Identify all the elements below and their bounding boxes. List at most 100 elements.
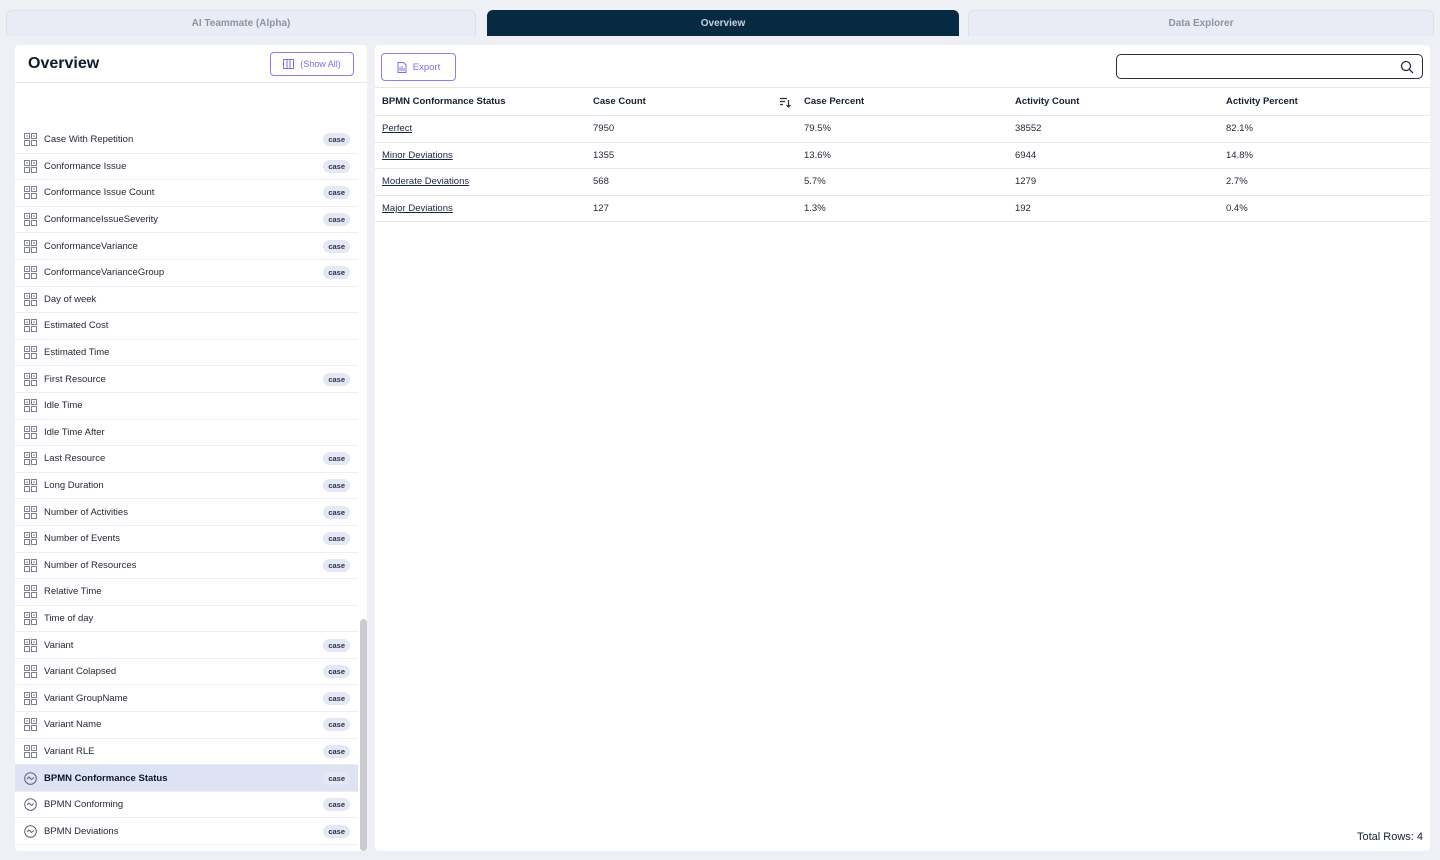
attribute-label: Last Resource (44, 453, 106, 465)
table-cell: 2.7% (1219, 168, 1430, 196)
case-badge: case (323, 718, 350, 732)
status-link[interactable]: Minor Deviations (382, 150, 453, 161)
attribute-list-item[interactable]: Variant case (15, 632, 358, 659)
sort-descending-icon[interactable] (779, 96, 791, 108)
case-badge: case (323, 479, 350, 493)
case-badge: case (323, 239, 350, 253)
status-link[interactable]: Major Deviations (382, 203, 453, 214)
attribute-label: Idle Time (44, 400, 83, 412)
attribute-list-item[interactable]: Number of Activities case (15, 499, 358, 526)
attribute-label: Number of Activities (44, 506, 128, 518)
attribute-list-item[interactable]: ConformanceVarianceGroup case (15, 260, 358, 287)
attribute-label: Variant GroupName (44, 692, 128, 704)
grid-icon (24, 691, 37, 705)
attribute-label: Idle Time After (44, 426, 105, 438)
show-all-button[interactable]: (Show All) (270, 51, 354, 76)
attribute-list-item[interactable]: Relative Time (15, 579, 358, 606)
grid-icon (24, 744, 37, 758)
table-cell: Minor Deviations (375, 142, 586, 170)
column-header[interactable]: BPMN Conformance Status (375, 87, 586, 116)
column-header-label: Case Count (593, 96, 646, 107)
attribute-label: Case With Repetition (44, 134, 134, 146)
attribute-label: Conformance Issue Count (44, 187, 155, 199)
attribute-list-item[interactable]: Number of Events case (15, 526, 358, 553)
attribute-list-item[interactable]: ConformanceIssueSeverity case (15, 207, 358, 234)
attribute-list-item[interactable]: BPMN Deviations case (15, 818, 358, 846)
grid-icon (24, 665, 37, 679)
panel-title: Overview (28, 54, 100, 72)
attribute-list-item[interactable]: Conformance Issue Count case (15, 180, 358, 207)
table-row: Moderate Deviations 568 5.7% 1279 2.7% (375, 168, 1430, 196)
attribute-list-item[interactable]: Day of week (15, 287, 358, 314)
table-row: Minor Deviations 1355 13.6% 6944 14.8% (375, 142, 1430, 170)
attribute-label: Variant (44, 639, 74, 651)
attribute-list-item[interactable]: Case With Repetition case (15, 127, 358, 154)
conformance-table: BPMN Conformance Status Case Count Case (375, 87, 1430, 223)
attribute-list-item[interactable]: BPMN Conformance Status case (15, 765, 358, 792)
attribute-label: Relative Time (44, 586, 102, 598)
status-link[interactable]: Moderate Deviations (382, 176, 469, 187)
grid-icon (24, 505, 37, 519)
attribute-label: ConformanceVariance (44, 240, 138, 252)
attribute-list-item[interactable]: First Resource case (15, 366, 358, 393)
attribute-label: Conformance Issue (44, 160, 127, 172)
export-button[interactable]: Export (381, 53, 456, 81)
attribute-list-item[interactable]: Variant Name case (15, 712, 358, 739)
attribute-label: Number of Events (44, 533, 121, 545)
table-cell: 5.7% (797, 168, 1008, 196)
grid-icon (24, 585, 37, 599)
attribute-label: Number of Resources (44, 559, 137, 571)
tab-ai-teammate[interactable]: AI Teammate (Alpha) (6, 10, 476, 36)
attribute-list-item[interactable]: BPMN Fitness Scorecase (15, 845, 358, 851)
list-scrollbar[interactable] (359, 83, 367, 851)
attribute-label: BPMN Conformance Status (44, 772, 168, 784)
case-badge: case (323, 452, 350, 466)
attribute-list-item[interactable]: ConformanceVariance case (15, 233, 358, 260)
columns-icon (283, 58, 295, 69)
search-icon[interactable] (1400, 60, 1414, 74)
search-input[interactable] (1117, 55, 1387, 78)
attribute-label: Estimated Time (44, 347, 110, 359)
attribute-list-item[interactable]: Variant RLE case (15, 739, 358, 766)
grid-icon (24, 638, 37, 652)
table-cell: 192 (1008, 195, 1219, 223)
table-cell: 0.4% (1219, 195, 1430, 223)
grid-icon (24, 558, 37, 572)
grid-icon (24, 611, 37, 625)
case-badge: case (323, 744, 350, 758)
tab-overview[interactable]: Overview (487, 10, 959, 36)
attribute-list-item[interactable]: BPMN Conforming case (15, 792, 358, 819)
attribute-list-item[interactable]: Variant Colapsed case (15, 659, 358, 686)
attribute-list-item[interactable]: Long Duration case (15, 473, 358, 500)
attribute-list-item[interactable]: Number of Resources case (15, 553, 358, 580)
column-header[interactable]: Case Count (586, 87, 797, 116)
attribute-list-item[interactable]: Idle Time After (15, 420, 358, 447)
tab-data-explorer[interactable]: Data Explorer (968, 10, 1434, 36)
table-cell: 127 (586, 195, 797, 223)
attribute-label: ConformanceVarianceGroup (44, 267, 165, 279)
attribute-label: ConformanceIssueSeverity (44, 214, 159, 226)
table-cell: 1.3% (797, 195, 1008, 223)
scrollbar-thumb[interactable] (360, 619, 367, 851)
column-header[interactable]: Activity Percent (1219, 87, 1430, 116)
status-link[interactable]: Perfect (382, 123, 412, 134)
column-header[interactable]: Activity Count (1008, 87, 1219, 116)
attribute-list-item[interactable]: Estimated Cost (15, 313, 358, 340)
attribute-list-item[interactable]: Estimated Time (15, 340, 358, 367)
attribute-label: Time of day (44, 612, 94, 624)
show-all-label: (Show All) (300, 58, 341, 69)
column-header[interactable]: Case Percent (797, 87, 1008, 116)
bpmn-circle-icon (24, 798, 37, 811)
tab-bar: AI Teammate (Alpha) Overview Data Explor… (6, 10, 1434, 36)
attribute-label: BPMN Conforming (44, 799, 124, 811)
attribute-list-item[interactable]: Variant GroupName case (15, 685, 358, 713)
attribute-label: Estimated Cost (44, 320, 109, 332)
bpmn-circle-icon (24, 824, 37, 838)
attribute-list-item[interactable]: Idle Time (15, 393, 358, 420)
search-box (1116, 54, 1423, 79)
attribute-list-item[interactable]: Conformance Issue case (15, 154, 358, 181)
attribute-list-item[interactable]: Time of day (15, 606, 358, 633)
attribute-list-item[interactable]: Last Resource case (15, 446, 358, 473)
table-cell: Perfect (375, 115, 586, 143)
grid-icon (24, 319, 37, 333)
